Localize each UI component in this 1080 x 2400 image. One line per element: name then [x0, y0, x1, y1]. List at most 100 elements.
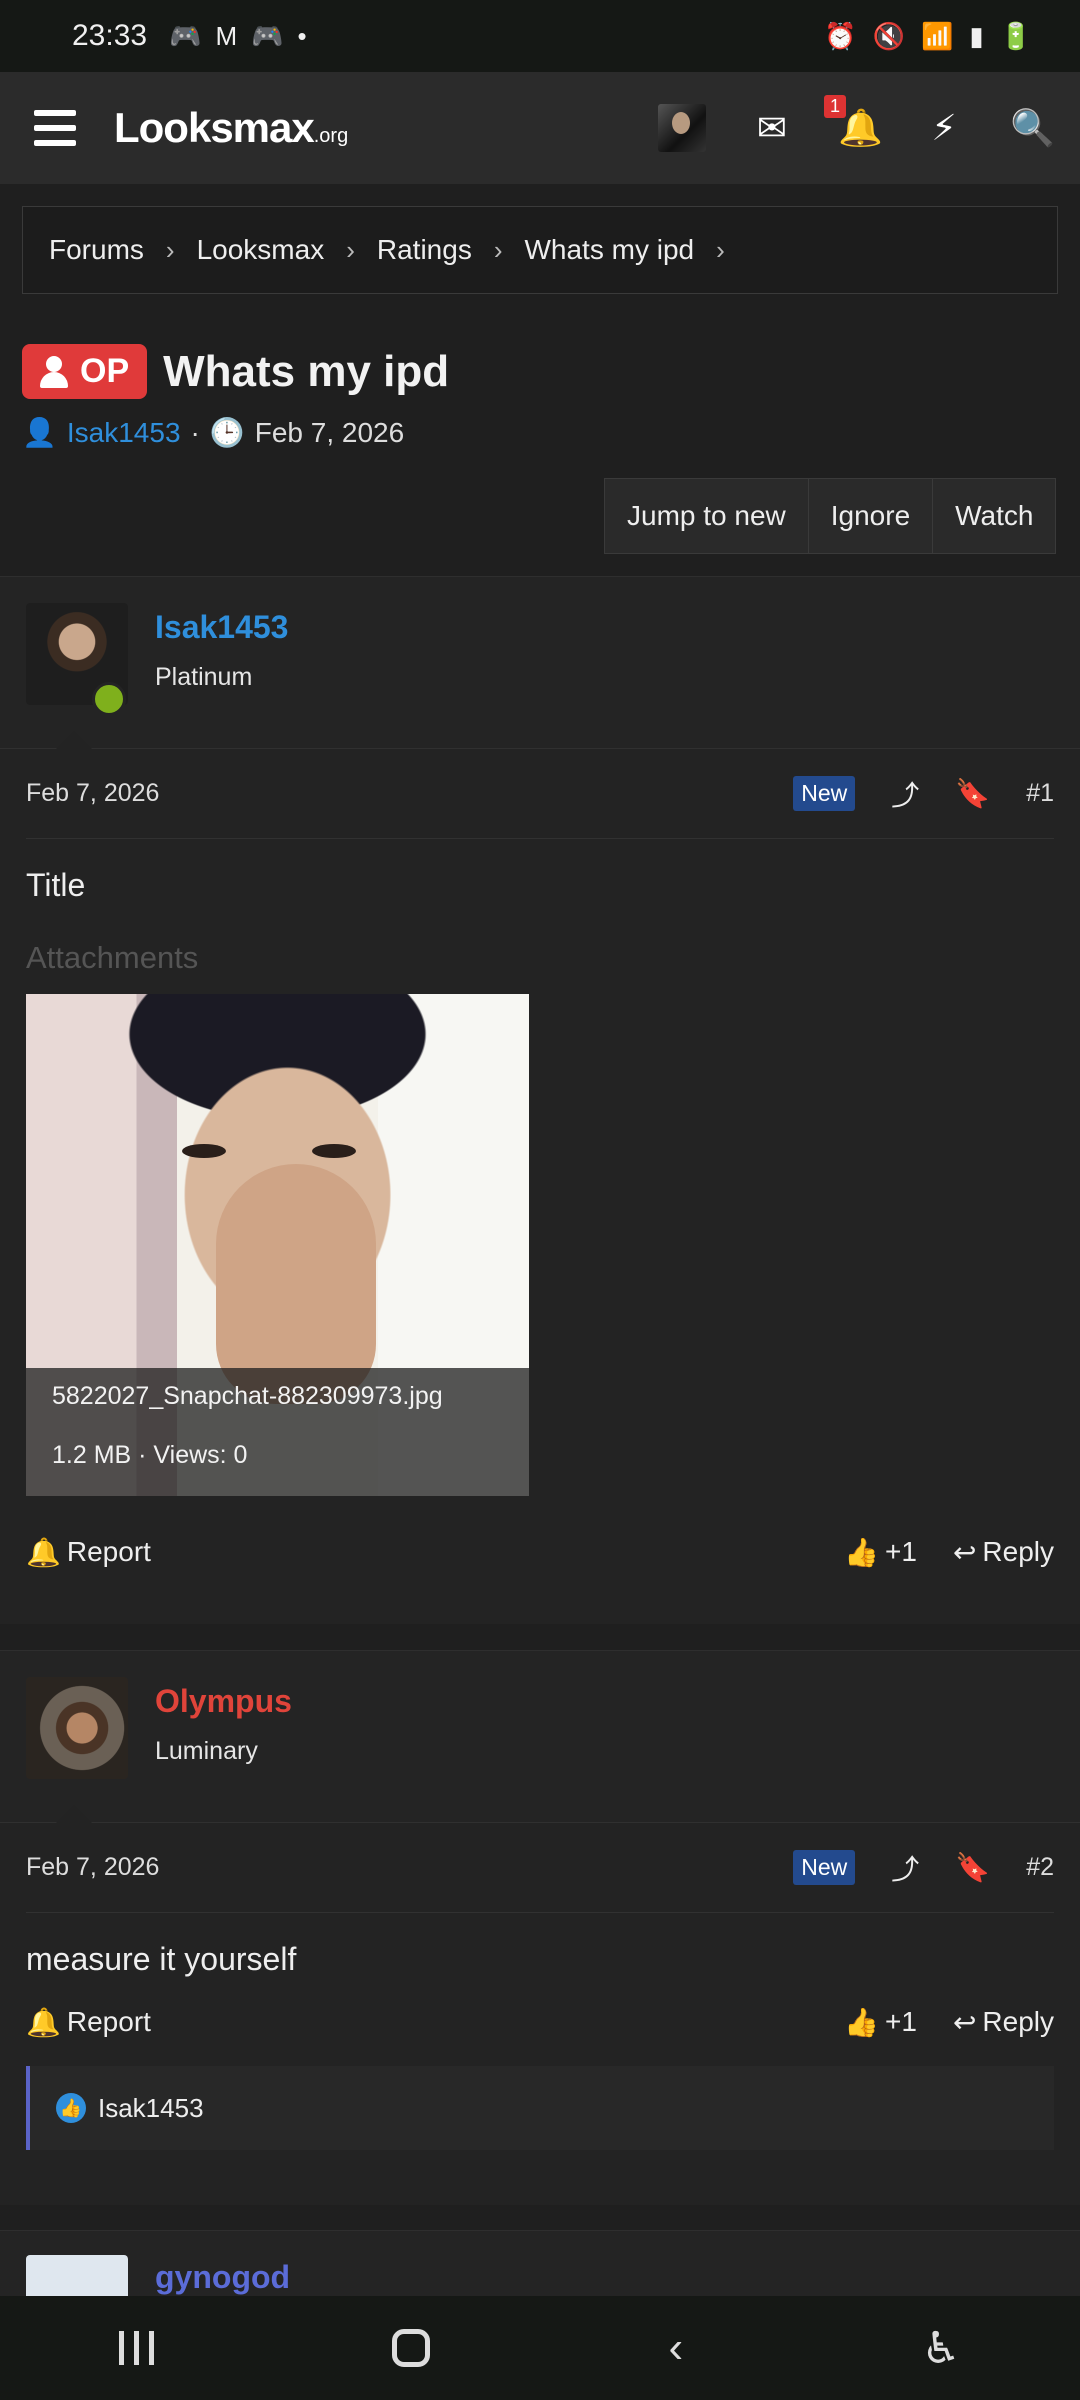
chevron-right-icon: ›: [165, 234, 175, 265]
attachment-meta: 1.2 MB · Views: 0: [52, 1441, 248, 1469]
bookmark-icon[interactable]: 🔖: [955, 1851, 990, 1884]
post-content: Title Attachments 5822027_Snapchat-88230…: [0, 839, 1080, 1496]
thumbs-up-icon: 👍: [844, 1536, 879, 1568]
back-button[interactable]: ‹: [669, 2323, 684, 2373]
report-button[interactable]: 🔔 Report: [26, 2006, 151, 2039]
top-navbar: Looksmax.org ✉ 🔔 1 ⚡ 🔍: [0, 72, 1080, 184]
post-date[interactable]: Feb 7, 2026: [26, 1853, 159, 1882]
mail-icon[interactable]: ✉: [752, 107, 792, 149]
signal-icon: ▮: [969, 20, 984, 51]
bell-icon: 🔔: [26, 2006, 61, 2038]
poster-name[interactable]: gynogod: [155, 2259, 290, 2296]
breadcrumb-forums[interactable]: Forums: [49, 234, 144, 266]
page-title: Whats my ipd: [163, 346, 450, 396]
thread-date: Feb 7, 2026: [254, 416, 405, 448]
recents-button[interactable]: [119, 2331, 155, 2365]
reply-icon: ↩: [952, 2006, 977, 2038]
chevron-right-icon: ›: [346, 234, 355, 265]
post-number[interactable]: #2: [1026, 1853, 1054, 1882]
breadcrumb-thread[interactable]: Whats my ipd: [524, 234, 694, 266]
like-button[interactable]: 👍 +1: [844, 1536, 917, 1569]
accessibility-icon[interactable]: ♿: [921, 2323, 960, 2374]
new-badge: New: [793, 776, 856, 811]
bell-icon[interactable]: 🔔 1: [824, 95, 883, 149]
status-bar: 23:33 🎮 M 🎮 • ⏰ 🔇 📶 ▮ 🔋: [0, 0, 1080, 72]
post-2: Olympus Luminary Feb 7, 2026 New ⤴ 🔖 #2 …: [0, 1650, 1080, 2205]
avatar[interactable]: [26, 1677, 128, 1779]
user-avatar[interactable]: [658, 104, 706, 152]
logo-suffix: .org: [313, 125, 349, 147]
post-text: measure it yourself: [26, 1941, 297, 1977]
game-icon: 🎮: [251, 20, 284, 51]
reaction-user: Isak1453: [98, 2092, 204, 2123]
post-date[interactable]: Feb 7, 2026: [26, 779, 159, 808]
post-text: Title: [26, 867, 86, 903]
battery-icon: 🔋: [999, 20, 1032, 51]
like-reaction-icon: 👍: [56, 2093, 86, 2123]
reply-label: Reply: [982, 2006, 1054, 2037]
search-icon[interactable]: 🔍: [1010, 107, 1055, 149]
reply-button[interactable]: ↩ Reply: [953, 2006, 1054, 2039]
menu-icon[interactable]: [34, 110, 76, 146]
ignore-button[interactable]: Ignore: [809, 479, 934, 553]
post-user-block: Olympus Luminary: [0, 1651, 1080, 1823]
report-label: Report: [66, 2006, 151, 2037]
poster-rank: Platinum: [155, 663, 253, 691]
share-icon[interactable]: ⤴: [891, 774, 919, 814]
breadcrumb-ratings[interactable]: Ratings: [377, 234, 472, 266]
like-button[interactable]: 👍 +1: [844, 2006, 917, 2039]
reply-button[interactable]: ↩ Reply: [953, 1536, 1054, 1569]
post-user-block: Isak1453 Platinum: [0, 577, 1080, 749]
share-icon[interactable]: ⤴: [891, 1848, 919, 1888]
avatar[interactable]: [26, 2255, 128, 2296]
like-label: +1: [885, 1536, 917, 1567]
breadcrumb-looksmax[interactable]: Looksmax: [197, 234, 325, 266]
new-badge: New: [793, 1850, 856, 1885]
arrow-notch: [56, 1805, 92, 1823]
post-number[interactable]: #1: [1026, 779, 1054, 808]
post-user-block: gynogod: [0, 2231, 1080, 2296]
reply-icon: ↩: [952, 1536, 977, 1568]
thread-header: OP Whats my ipd: [22, 344, 449, 399]
jump-to-new-button[interactable]: Jump to new: [605, 479, 809, 553]
report-label: Report: [66, 1536, 151, 1567]
post-meta: Feb 7, 2026 New ⤴ 🔖 #1: [26, 749, 1054, 839]
notification-badge: 1: [824, 95, 847, 118]
user-icon: 👤: [22, 417, 57, 448]
post-meta: Feb 7, 2026 New ⤴ 🔖 #2: [26, 1823, 1054, 1913]
site-logo[interactable]: Looksmax.org: [114, 104, 348, 152]
online-status-indicator: [92, 682, 126, 716]
photo-eyes: [166, 1144, 386, 1160]
like-label: +1: [885, 2006, 917, 2037]
lightning-icon[interactable]: ⚡: [924, 107, 964, 149]
chevron-right-icon: ›: [493, 234, 503, 265]
poster-name[interactable]: Isak1453: [155, 609, 288, 646]
bell-icon: 🔔: [26, 1536, 61, 1568]
chevron-right-icon: ›: [716, 234, 725, 265]
wifi-icon: 📶: [920, 20, 954, 51]
system-navigation-bar: ‹ ♿: [0, 2296, 1080, 2400]
report-button[interactable]: 🔔 Report: [26, 1536, 151, 1569]
thread-actions: Jump to new Ignore Watch: [604, 478, 1057, 554]
game-icon: 🎮: [169, 20, 202, 51]
user-icon: [40, 355, 68, 388]
separator: ·: [190, 416, 200, 448]
reply-label: Reply: [982, 1536, 1054, 1567]
post-actions: 🔔 Report 👍 +1 ↩ Reply: [26, 1496, 1054, 1608]
watch-button[interactable]: Watch: [933, 479, 1055, 553]
attachment-info: 5822027_Snapchat-882309973.jpg 1.2 MB · …: [26, 1368, 529, 1496]
thread-author-link[interactable]: Isak1453: [67, 417, 181, 449]
home-button[interactable]: [392, 2329, 431, 2367]
breadcrumb: Forums › Looksmax › Ratings › Whats my ipd ›: [22, 206, 1058, 294]
thread-meta: 👤 Isak1453 · 🕒 Feb 7, 2026: [22, 416, 404, 449]
poster-name[interactable]: Olympus: [155, 1683, 292, 1720]
op-badge: OP: [22, 344, 148, 399]
gmail-icon: M: [215, 20, 238, 51]
reactions-bar[interactable]: 👍 Isak1453: [26, 2066, 1054, 2150]
bookmark-icon[interactable]: 🔖: [955, 777, 990, 810]
post-3: gynogod: [0, 2230, 1080, 2296]
op-label: OP: [80, 352, 130, 390]
attachment-thumbnail[interactable]: 5822027_Snapchat-882309973.jpg 1.2 MB · …: [26, 994, 529, 1496]
alarm-icon: ⏰: [824, 20, 857, 51]
post-1: Isak1453 Platinum Feb 7, 2026 New ⤴ 🔖 #1…: [0, 576, 1080, 1624]
